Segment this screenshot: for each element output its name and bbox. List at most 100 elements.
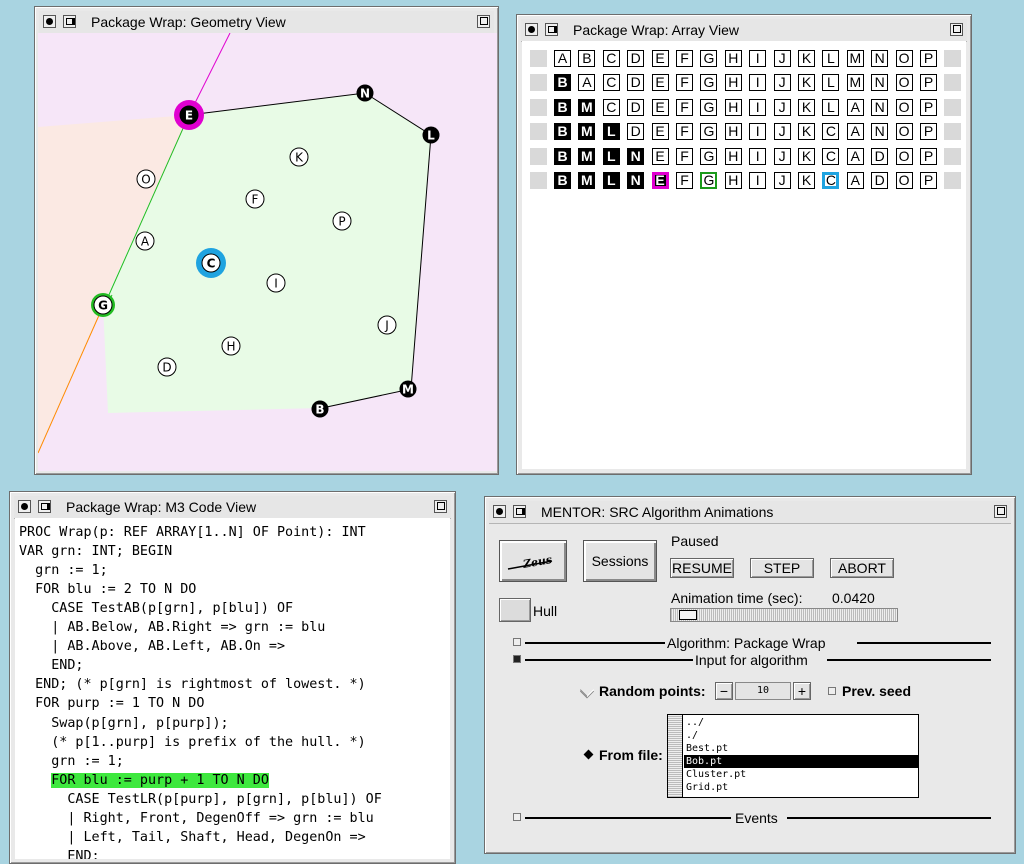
array-cell: F bbox=[676, 50, 693, 67]
array-cell: H bbox=[724, 74, 742, 92]
input-toggle-icon[interactable] bbox=[513, 655, 521, 663]
close-icon[interactable] bbox=[18, 500, 31, 513]
file-list-item[interactable]: ../ bbox=[684, 716, 918, 729]
maximize-icon[interactable] bbox=[994, 505, 1007, 518]
point-B[interactable]: B bbox=[311, 400, 329, 418]
point-label: C bbox=[207, 257, 216, 271]
point-H[interactable]: H bbox=[221, 336, 241, 356]
sessions-button[interactable]: Sessions bbox=[583, 540, 657, 582]
point-M[interactable]: M bbox=[399, 380, 417, 398]
from-file-radio[interactable] bbox=[583, 749, 594, 760]
file-listbox[interactable]: .././Best.pt Bob.pt Cluster.pt Grid.pt bbox=[667, 714, 919, 798]
array-cell: H bbox=[724, 98, 742, 116]
array-cell: F bbox=[676, 147, 693, 165]
point-O[interactable]: O bbox=[136, 169, 156, 189]
array-cell: I bbox=[749, 74, 767, 92]
mentor-titlebar[interactable]: MENTOR: SRC Algorithm Animations bbox=[489, 501, 1011, 524]
point-label: G bbox=[98, 299, 108, 313]
algorithm-label: Algorithm: Package Wrap bbox=[667, 635, 826, 651]
maximize-icon[interactable] bbox=[477, 15, 490, 28]
point-F[interactable]: F bbox=[245, 189, 265, 209]
window-title: Package Wrap: M3 Code View bbox=[66, 499, 257, 515]
hull-label: Hull bbox=[533, 603, 558, 619]
point-label: B bbox=[315, 403, 324, 417]
point-label: K bbox=[295, 151, 304, 165]
array-cell: C bbox=[602, 74, 620, 92]
point-C[interactable]: C bbox=[196, 248, 226, 278]
array-cell: J bbox=[773, 98, 791, 116]
array-end-cell bbox=[944, 123, 962, 141]
array-cell: O bbox=[895, 123, 913, 141]
code-line: END; (* p[grn] is rightmost of lowest. *… bbox=[19, 677, 366, 693]
file-list-item[interactable]: ./ bbox=[684, 729, 918, 742]
code-titlebar[interactable]: Package Wrap: M3 Code View bbox=[14, 496, 451, 519]
window-menu-icon[interactable] bbox=[38, 500, 51, 513]
close-icon[interactable] bbox=[493, 505, 506, 518]
point-L[interactable]: L bbox=[422, 126, 440, 144]
slider-thumb[interactable] bbox=[679, 610, 697, 620]
events-toggle-icon[interactable] bbox=[513, 813, 521, 821]
point-G[interactable]: G bbox=[91, 293, 115, 317]
file-list-scrollbar[interactable] bbox=[668, 715, 683, 797]
abort-button[interactable]: ABORT bbox=[830, 558, 894, 578]
file-list-item[interactable]: Best.pt bbox=[684, 742, 918, 755]
zeus-button[interactable]: Zeus bbox=[499, 540, 567, 582]
array-canvas[interactable]: ABCDEFGHIJKLMNOPBACDEFGHIJKLMNOPBMCDEFGH… bbox=[522, 41, 966, 469]
maximize-icon[interactable] bbox=[434, 500, 447, 513]
point-I[interactable]: I bbox=[266, 273, 286, 293]
array-cell: I bbox=[749, 98, 767, 116]
window-menu-icon[interactable] bbox=[545, 23, 558, 36]
point-N[interactable]: N bbox=[356, 84, 374, 102]
array-cell: D bbox=[871, 147, 889, 165]
close-icon[interactable] bbox=[43, 15, 56, 28]
events-sep-right bbox=[787, 817, 991, 819]
input-sep-right bbox=[827, 659, 991, 661]
code-text-area[interactable]: PROC Wrap(p: REF ARRAY[1..N] OF Point): … bbox=[15, 518, 450, 859]
anim-time-slider[interactable] bbox=[670, 608, 898, 622]
array-cell: P bbox=[920, 147, 937, 165]
point-J[interactable]: J bbox=[377, 315, 397, 335]
point-P[interactable]: P bbox=[332, 211, 352, 231]
decrement-button[interactable]: − bbox=[715, 682, 733, 700]
array-cell: I bbox=[749, 50, 767, 67]
code-line: (* p[1..purp] is prefix of the hull. *) bbox=[19, 734, 366, 750]
increment-button[interactable]: + bbox=[793, 682, 811, 700]
point-E[interactable]: E bbox=[174, 100, 204, 130]
algorithm-toggle-icon[interactable] bbox=[513, 638, 521, 646]
array-cell: M bbox=[578, 147, 596, 165]
geometry-titlebar[interactable]: Package Wrap: Geometry View bbox=[39, 11, 494, 34]
array-cell: N bbox=[627, 172, 645, 189]
random-points-field[interactable]: 10 bbox=[735, 682, 791, 700]
code-line: CASE TestAB(p[grn], p[blu]) OF bbox=[19, 601, 294, 617]
array-cell: A bbox=[554, 50, 571, 67]
maximize-icon[interactable] bbox=[950, 23, 963, 36]
point-label: J bbox=[384, 319, 389, 333]
hull-toggle[interactable] bbox=[499, 598, 531, 622]
geometry-canvas[interactable]: E N L K O F P A C I G J H D M B bbox=[38, 33, 497, 471]
random-points-radio[interactable] bbox=[579, 682, 595, 698]
array-cell: E bbox=[651, 98, 669, 116]
array-titlebar[interactable]: Package Wrap: Array View bbox=[521, 19, 967, 42]
array-cell: L bbox=[822, 98, 840, 116]
point-K[interactable]: K bbox=[289, 147, 309, 167]
point-label: F bbox=[252, 193, 259, 207]
point-label: E bbox=[185, 109, 193, 123]
step-button[interactable]: STEP bbox=[750, 558, 814, 578]
array-cell: G bbox=[700, 50, 718, 67]
code-line: VAR grn: INT; BEGIN bbox=[19, 544, 173, 560]
file-list-item[interactable]: Cluster.pt bbox=[684, 768, 918, 781]
array-cell: D bbox=[627, 123, 645, 141]
resume-button[interactable]: RESUME bbox=[670, 558, 734, 578]
close-icon[interactable] bbox=[525, 23, 538, 36]
array-cell: K bbox=[798, 123, 815, 141]
file-list-item[interactable]: Bob.pt bbox=[684, 755, 918, 768]
window-menu-icon[interactable] bbox=[513, 505, 526, 518]
window-menu-icon[interactable] bbox=[63, 15, 76, 28]
point-D[interactable]: D bbox=[157, 357, 177, 377]
point-A[interactable]: A bbox=[135, 231, 155, 251]
array-cell: C bbox=[822, 172, 840, 189]
code-line: grn := 1; bbox=[19, 753, 124, 769]
prev-seed-checkbox[interactable] bbox=[828, 687, 836, 695]
anim-time-value: 0.0420 bbox=[832, 590, 875, 606]
file-list-item[interactable]: Grid.pt bbox=[684, 781, 918, 794]
